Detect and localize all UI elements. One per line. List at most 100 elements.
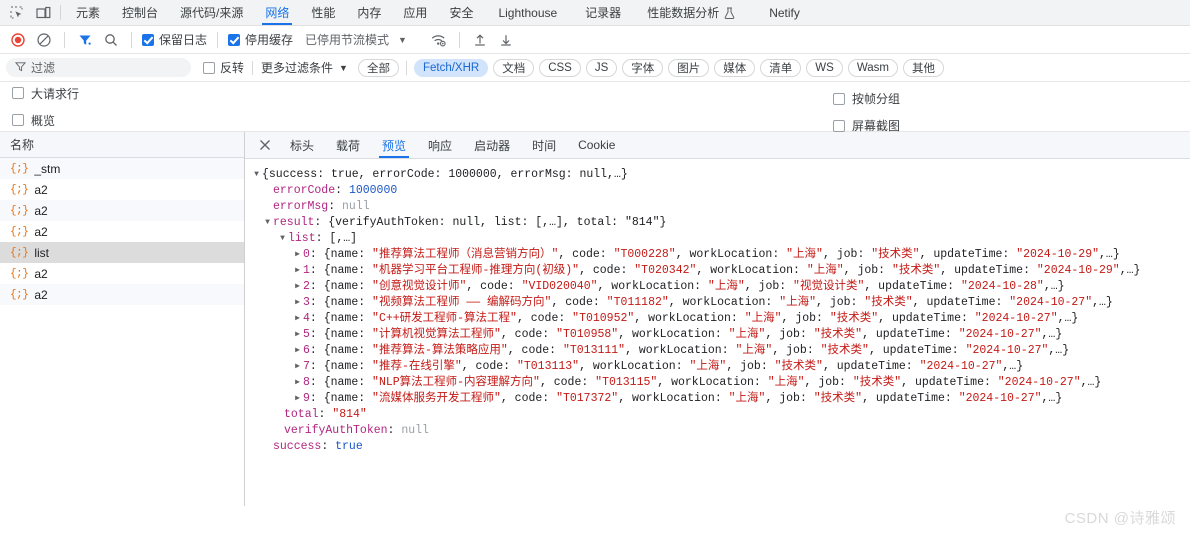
disclosure-triangle-icon[interactable]: ▶ xyxy=(292,391,303,407)
disclosure-triangle-icon[interactable]: ▶ xyxy=(292,343,303,359)
table-row[interactable]: {;} a2 xyxy=(0,179,244,200)
chip-media[interactable]: 媒体 xyxy=(714,58,756,77)
json-list-item[interactable]: ▶ 6: {name: "推荐算法-算法策略应用", code: "T013111… xyxy=(251,343,1190,359)
disable-cache-label: 停用缓存 xyxy=(245,33,294,47)
devtools-tab-sources[interactable]: 源代码/来源 xyxy=(169,0,254,25)
json-list-item[interactable]: ▶ 5: {name: "计算机视觉算法工程师", code: "T010958"… xyxy=(251,327,1190,343)
table-row[interactable]: {;} a2 xyxy=(0,263,244,284)
chip-wasm[interactable]: Wasm xyxy=(847,58,898,77)
chip-other[interactable]: 其他 xyxy=(902,58,944,77)
tab-response[interactable]: 响应 xyxy=(417,132,463,158)
inspect-element-icon[interactable] xyxy=(4,0,30,25)
chip-all[interactable]: 全部 xyxy=(357,58,399,77)
json-row-root[interactable]: ▼ {success: true, errorCode: 1000000, er… xyxy=(251,167,1190,183)
device-toolbar-icon[interactable] xyxy=(30,0,56,25)
chip-img[interactable]: 图片 xyxy=(668,58,710,77)
overview-checkbox[interactable]: 概览 xyxy=(12,112,79,129)
devtools-tab-security[interactable]: 安全 xyxy=(438,0,484,25)
tab-initiator[interactable]: 启动器 xyxy=(463,132,521,158)
devtools-tab-application[interactable]: 应用 xyxy=(392,0,438,25)
tab-label: Lighthouse xyxy=(498,5,558,20)
chip-js[interactable]: JS xyxy=(585,58,618,77)
filter-input[interactable]: 过滤 xyxy=(6,58,191,77)
json-list-item[interactable]: ▶ 0: {name: "推荐算法工程师（消息营销方向）", code: "T00… xyxy=(251,247,1190,263)
import-har-icon[interactable] xyxy=(468,29,492,51)
capture-screenshots-checkbox[interactable]: 屏幕截图 xyxy=(832,117,900,134)
tab-payload[interactable]: 载荷 xyxy=(325,132,371,158)
preserve-log-checkbox[interactable]: 保留日志 xyxy=(140,31,209,48)
json-list-item[interactable]: ▶ 8: {name: "NLP算法工程师-内容理解方向", code: "T01… xyxy=(251,375,1190,391)
json-list-items: ▶ 0: {name: "推荐算法工程师（消息营销方向）", code: "T00… xyxy=(251,247,1190,407)
big-request-rows-checkbox[interactable]: 大请求行 xyxy=(12,85,79,102)
disclosure-triangle-icon[interactable]: ▶ xyxy=(292,311,303,327)
tab-headers[interactable]: 标头 xyxy=(279,132,325,158)
table-row[interactable]: {;} _stm xyxy=(0,158,244,179)
disclosure-triangle-icon[interactable]: ▶ xyxy=(292,375,303,391)
disclosure-triangle-icon[interactable]: ▶ xyxy=(292,247,303,263)
export-har-icon[interactable] xyxy=(494,29,518,51)
disclosure-triangle-icon[interactable]: ▼ xyxy=(277,231,288,247)
table-row[interactable]: {;} a2 xyxy=(0,221,244,242)
table-row[interactable]: {;} a2 xyxy=(0,200,244,221)
request-list-header-name[interactable]: 名称 xyxy=(0,132,244,158)
chevron-down-icon[interactable]: ▼ xyxy=(398,35,407,45)
devtools-tab-performance[interactable]: 性能 xyxy=(300,0,346,25)
disclosure-triangle-icon[interactable]: ▶ xyxy=(292,279,303,295)
json-key-inline: , workLocation: xyxy=(618,328,729,341)
json-list-item[interactable]: ▶ 9: {name: "流媒体服务开发工程师", code: "T017372"… xyxy=(251,391,1190,407)
clear-network-log-icon[interactable] xyxy=(32,29,56,51)
tab-preview[interactable]: 预览 xyxy=(371,132,417,158)
search-icon[interactable] xyxy=(99,29,123,51)
invert-checkbox[interactable]: 反转 xyxy=(203,59,244,76)
table-row-selected[interactable]: {;} list xyxy=(0,242,244,263)
tab-timing[interactable]: 时间 xyxy=(521,132,567,158)
json-list-item[interactable]: ▶ 2: {name: "创意视觉设计师", code: "VID020040",… xyxy=(251,279,1190,295)
json-list-item-summary: 6: {name: "推荐算法-算法策略应用", code: "T013111"… xyxy=(303,343,1069,359)
group-by-frame-checkbox[interactable]: 按帧分组 xyxy=(832,90,900,107)
devtools-tab-memory[interactable]: 内存 xyxy=(346,0,392,25)
json-value-updatetime: "2024-10-27" xyxy=(997,376,1081,389)
close-icon[interactable] xyxy=(251,132,279,158)
devtools-tab-lighthouse[interactable]: Lighthouse xyxy=(484,0,571,25)
disclosure-triangle-icon[interactable]: ▶ xyxy=(292,295,303,311)
devtools-tab-network[interactable]: 网络 xyxy=(254,0,300,25)
json-value-updatetime: "2024-10-27" xyxy=(958,392,1042,405)
disclosure-triangle-icon[interactable]: ▶ xyxy=(292,327,303,343)
json-list-item[interactable]: ▶ 7: {name: "推荐-在线引擎", code: "T013113", w… xyxy=(251,359,1190,375)
devtools-tab-elements[interactable]: 元素 xyxy=(65,0,111,25)
chip-doc[interactable]: 文档 xyxy=(493,58,535,77)
more-filters-button[interactable]: 更多过滤条件 ▼ xyxy=(261,59,348,76)
network-conditions-icon[interactable] xyxy=(427,29,451,51)
chip-fetch-xhr[interactable]: Fetch/XHR xyxy=(413,58,489,77)
disable-cache-checkbox[interactable]: 停用缓存 xyxy=(226,31,295,48)
devtools-tab-console[interactable]: 控制台 xyxy=(111,0,169,25)
json-row-result[interactable]: ▼ result: {verifyAuthToken: null, list: … xyxy=(251,215,1190,231)
json-value-name: "推荐算法工程师（消息营销方向）" xyxy=(372,248,559,261)
json-list-item[interactable]: ▶ 1: {name: "机器学习平台工程师-推理方向(初级)", code: "… xyxy=(251,263,1190,279)
filter-toggle-icon[interactable] xyxy=(73,29,97,51)
disclosure-triangle-icon[interactable]: ▼ xyxy=(262,215,273,231)
chip-ws[interactable]: WS xyxy=(806,58,843,77)
devtools-tab-recorder[interactable]: 记录器 xyxy=(571,0,635,25)
json-list-item[interactable]: ▶ 4: {name: "C++研发工程师-算法工程", code: "T0109… xyxy=(251,311,1190,327)
json-summary: {verifyAuthToken: null, list: [,…], tota… xyxy=(328,216,667,229)
json-list-item[interactable]: ▶ 3: {name: "视频算法工程师 —— 编解码方向", code: "T0… xyxy=(251,295,1190,311)
json-key: errorCode xyxy=(273,184,336,197)
disclosure-triangle-icon[interactable]: ▼ xyxy=(251,167,262,183)
chip-font[interactable]: 字体 xyxy=(622,58,664,77)
devtools-tab-performance-insights[interactable]: 性能数据分析 xyxy=(635,0,747,25)
chip-manifest[interactable]: 清单 xyxy=(760,58,802,77)
devtools-tab-netify[interactable]: Netify xyxy=(747,0,822,25)
record-button-icon[interactable] xyxy=(6,29,30,51)
json-list-item-summary: 9: {name: "流媒体服务开发工程师", code: "T017372",… xyxy=(303,391,1062,407)
chip-label: 字体 xyxy=(631,62,655,75)
disclosure-triangle-icon[interactable]: ▶ xyxy=(292,359,303,375)
throttling-label[interactable]: 已停用节流模式 xyxy=(305,31,389,48)
table-row[interactable]: {;} a2 xyxy=(0,284,244,305)
json-key: errorMsg xyxy=(273,200,329,213)
disclosure-triangle-icon[interactable]: ▶ xyxy=(292,263,303,279)
json-row-list[interactable]: ▼ list: [,…] xyxy=(251,231,1190,247)
tab-cookie[interactable]: Cookie xyxy=(567,132,626,158)
chip-css[interactable]: CSS xyxy=(539,58,581,77)
json-file-icon: {;} xyxy=(10,267,29,280)
